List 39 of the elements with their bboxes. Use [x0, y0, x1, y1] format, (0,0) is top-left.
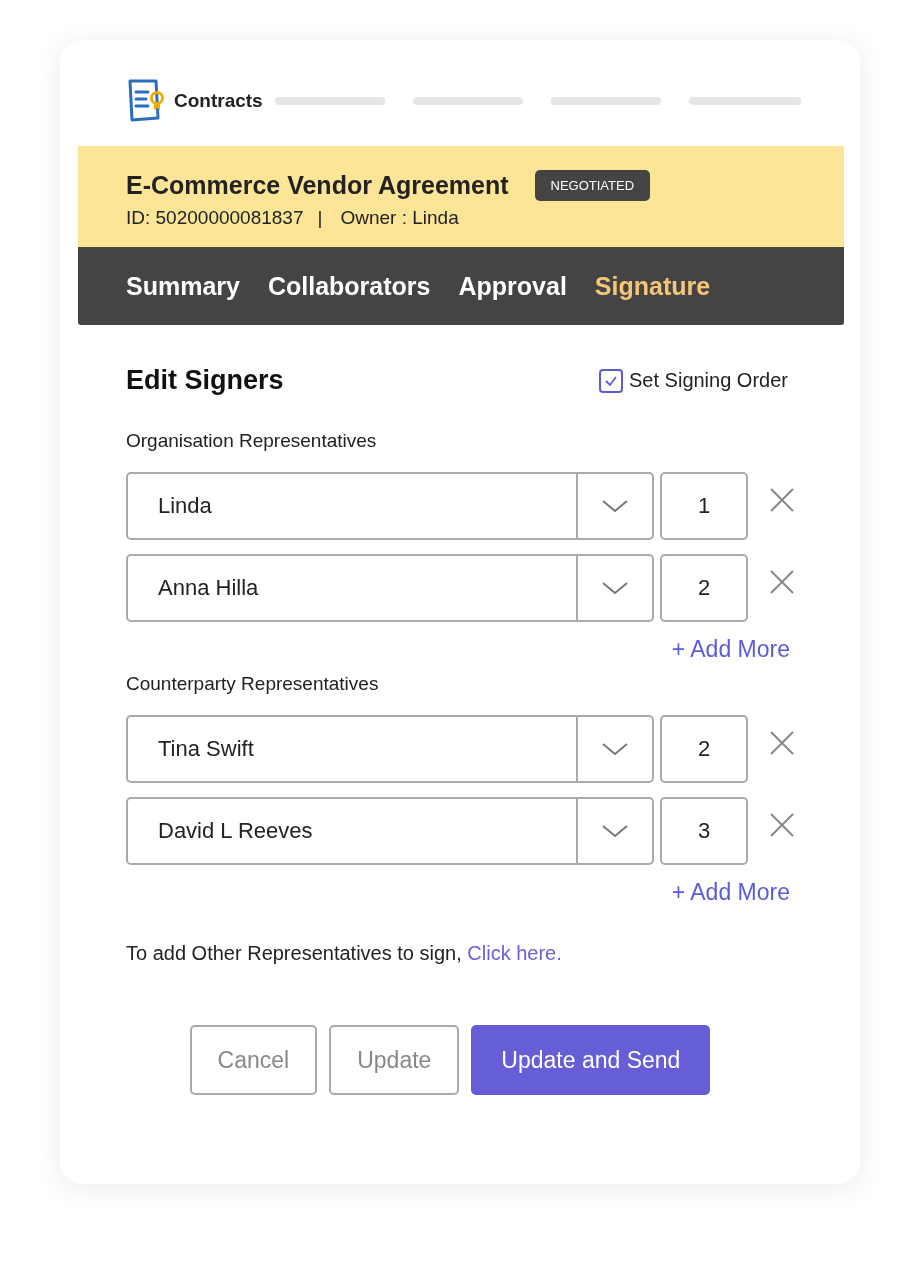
note-text: To add Other Representatives to sign, Click here. [126, 942, 563, 965]
order-field[interactable]: 3 [660, 797, 748, 865]
tab[interactable]: Approval [458, 271, 567, 301]
close-icon[interactable] [770, 813, 794, 837]
tab[interactable]: Collaborators [267, 271, 431, 301]
add-more-link[interactable]: + Add More [671, 879, 790, 906]
status-badge: NEGOTIATED [534, 170, 651, 201]
chevron-down-icon [601, 498, 629, 514]
section-label: Organisation Representatives [126, 430, 378, 452]
tab[interactable]: Summary [126, 271, 240, 301]
owner-text: Owner : Linda [340, 207, 459, 229]
close-icon[interactable] [770, 570, 794, 594]
close-icon[interactable] [770, 731, 794, 755]
tab[interactable]: Signature [594, 271, 711, 301]
secondary-button[interactable]: Update [329, 1025, 460, 1095]
order-field[interactable]: 1 [660, 472, 748, 540]
section-label: Counterparty Representatives [126, 673, 380, 695]
signer-select[interactable]: Anna Hilla [126, 554, 654, 622]
contract-title: E-Commerce Vendor Agreement [126, 171, 509, 200]
chevron-down-icon [601, 580, 629, 596]
order-field[interactable]: 2 [660, 554, 748, 622]
checkbox-label: Set Signing Order [629, 369, 788, 392]
click-here-link[interactable]: Click here. [467, 942, 562, 964]
chevron-down-icon [601, 823, 629, 839]
secondary-button[interactable]: Cancel [189, 1025, 318, 1095]
document-certificate-icon [126, 78, 166, 124]
signer-select[interactable]: Tina Swift [126, 715, 654, 783]
contract-id: ID: 50200000081837 [126, 207, 304, 229]
checkbox[interactable] [599, 368, 623, 393]
order-field[interactable]: 2 [660, 715, 748, 783]
chevron-down-icon [601, 741, 629, 757]
send-button[interactable]: Update and Send [471, 1025, 711, 1095]
add-more-link[interactable]: + Add More [671, 636, 790, 663]
separator: | [317, 207, 323, 229]
signer-select[interactable]: David L Reeves [126, 797, 654, 865]
close-icon[interactable] [770, 488, 794, 512]
panel-title: Edit Signers [126, 365, 284, 396]
signer-select[interactable]: Linda [126, 472, 654, 540]
app-name: Contracts [174, 90, 263, 112]
